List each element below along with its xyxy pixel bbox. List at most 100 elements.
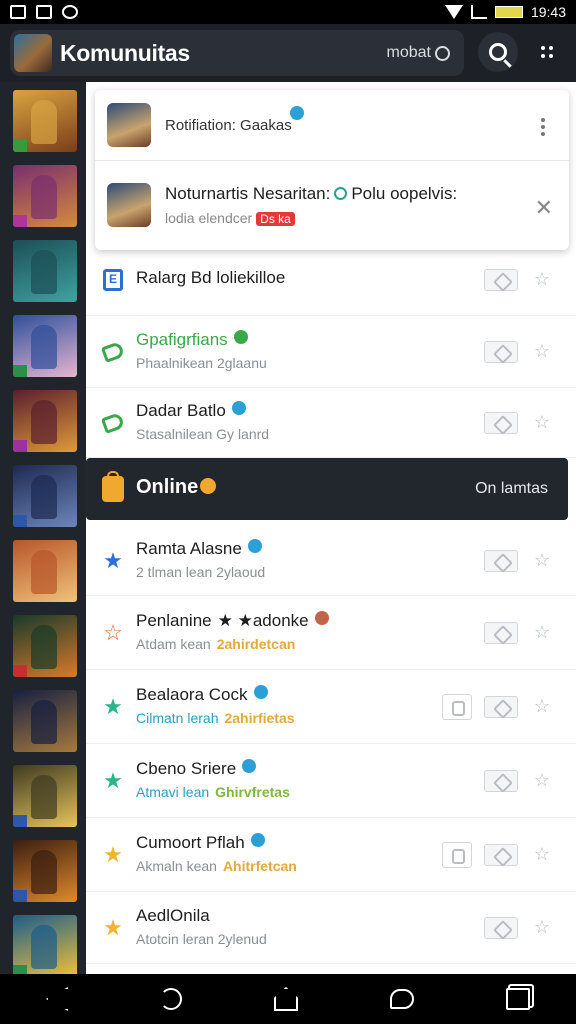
favorite-star-icon[interactable]: ☆ xyxy=(534,844,550,865)
favorite-star-icon[interactable]: ☆ xyxy=(534,696,550,717)
community-tag-icon xyxy=(13,440,27,452)
list-item[interactable]: ★ AedlOnila Atotcin leran 2ylenud ☆ xyxy=(86,892,576,964)
list-item-subtitle: Cilmatn lerah xyxy=(136,710,219,726)
list-item-text: Bealaora Cock Cilmatn lerah 2ahirfietas xyxy=(136,685,295,726)
online-status-label[interactable]: On lamtas xyxy=(475,480,548,498)
tag-button[interactable] xyxy=(484,341,518,363)
online-banner[interactable]: Online On lamtas xyxy=(86,458,568,520)
mode-label: mobat xyxy=(386,44,431,61)
tag-button[interactable] xyxy=(484,269,518,291)
notification-menu-icon[interactable] xyxy=(541,118,545,136)
character-figure xyxy=(31,325,57,369)
shield-button[interactable] xyxy=(442,694,472,720)
shield-button[interactable] xyxy=(442,842,472,868)
mode-toggle[interactable]: mobat xyxy=(387,44,450,62)
document-icon: E xyxy=(100,267,126,293)
notification-item[interactable]: Rotifiation: Gaakas xyxy=(95,90,569,160)
info-badge-icon xyxy=(314,611,329,625)
list-item-highlight: Ahitrfetcan xyxy=(222,858,297,874)
recents-icon[interactable] xyxy=(506,988,530,1010)
character-figure xyxy=(31,100,57,144)
info-badge-icon xyxy=(247,539,262,553)
list-item-subtitle: Akmaln kean xyxy=(136,858,217,874)
star-icon: ★ xyxy=(103,694,123,719)
signal-icon xyxy=(470,5,487,19)
list-item-title: Dadar Batlo xyxy=(136,401,226,420)
list-item-text: Cbeno Sriere Atmavi lean Ghirvfretas xyxy=(136,759,290,800)
list-item-highlight: 2ahirfietas xyxy=(224,710,295,726)
list-item[interactable]: ★ Cbeno Sriere Atmavi lean Ghirvfretas ☆ xyxy=(86,744,576,818)
community-thumbnail[interactable] xyxy=(13,90,77,152)
list-item[interactable]: ☆ Penlanine ★ ★adonke Atdam kean 2ahirdetcan… xyxy=(86,596,576,670)
list-item-text: Gpafigrfians Phaalnikean 2glaanu xyxy=(136,330,267,371)
tag-button[interactable] xyxy=(484,917,518,939)
list-item-title: AedlOnila xyxy=(136,906,210,925)
tag-button[interactable] xyxy=(484,412,518,434)
community-thumbnail[interactable] xyxy=(13,540,77,602)
community-tag-icon xyxy=(13,890,27,902)
system-nav-bar xyxy=(0,974,576,1024)
community-thumbnail[interactable] xyxy=(13,840,77,902)
tag-icon xyxy=(100,410,126,436)
list-item[interactable]: Gpafigrfians Phaalnikean 2glaanu ☆ xyxy=(86,316,576,388)
list-item-text: Penlanine ★ ★adonke Atdam kean 2ahirdetcan xyxy=(136,611,329,652)
more-menu-button[interactable] xyxy=(530,32,564,72)
tag-button[interactable] xyxy=(484,770,518,792)
community-thumbnail[interactable] xyxy=(13,315,77,377)
community-thumbnail[interactable] xyxy=(13,915,77,977)
tag-button[interactable] xyxy=(484,844,518,866)
favorite-star-icon[interactable]: ☆ xyxy=(534,341,550,362)
list-item-title: Gpafigrfians xyxy=(136,330,228,349)
community-thumbnail[interactable] xyxy=(13,165,77,227)
character-figure xyxy=(31,400,57,444)
character-figure xyxy=(31,250,57,294)
list-item[interactable]: ★ Cumoort Pflah Akmaln kean Ahitrfetcan ☆ xyxy=(86,818,576,892)
community-tag-icon xyxy=(13,515,27,527)
community-thumbnail[interactable] xyxy=(13,765,77,827)
app-logo xyxy=(14,34,52,72)
list-item-title: Ramta Alasne xyxy=(136,539,242,558)
favorite-star-icon[interactable]: ☆ xyxy=(534,269,550,290)
back-icon[interactable] xyxy=(46,987,68,1011)
favorite-star-icon[interactable]: ☆ xyxy=(534,622,550,643)
community-thumbnail[interactable] xyxy=(13,690,77,752)
close-icon[interactable]: ✕ xyxy=(535,195,553,221)
community-tag-icon xyxy=(13,215,27,227)
character-figure xyxy=(31,475,57,519)
clock-time: 19:43 xyxy=(530,4,566,20)
info-badge-icon xyxy=(200,478,216,494)
list-item-text: AedlOnila Atotcin leran 2ylenud xyxy=(136,906,267,947)
search-icon xyxy=(489,43,507,61)
community-thumbnail[interactable] xyxy=(13,615,77,677)
favorite-star-icon[interactable]: ☆ xyxy=(534,412,550,433)
favorite-star-icon[interactable]: ☆ xyxy=(534,550,550,571)
title-pill[interactable]: Komunuitas mobat xyxy=(10,30,464,76)
list-item[interactable]: ★ Bealaora Cock Cilmatn lerah 2ahirfietas ☆ xyxy=(86,670,576,744)
search-button[interactable] xyxy=(478,32,518,72)
favorite-star-icon[interactable]: ☆ xyxy=(534,770,550,791)
tag-button[interactable] xyxy=(484,622,518,644)
community-thumbnail[interactable] xyxy=(13,465,77,527)
rotate-icon[interactable] xyxy=(160,988,182,1010)
home-icon[interactable] xyxy=(274,987,298,1011)
list-item-subtitle: Atotcin leran 2ylenud xyxy=(136,931,267,947)
app-bar: Komunuitas mobat xyxy=(0,24,576,82)
notification-item[interactable]: Noturnartis Nesaritan: Polu oopelvis: lod… xyxy=(95,160,569,248)
tag-button[interactable] xyxy=(484,550,518,572)
info-badge-icon xyxy=(290,106,304,120)
character-figure xyxy=(31,850,57,894)
tag-button[interactable] xyxy=(484,696,518,718)
list-item-title-extra: ★ ★adonke xyxy=(217,611,309,630)
list-item-text: Dadar Batlo Stasalnilean Gy lanrd xyxy=(136,401,269,442)
favorite-star-icon[interactable]: ☆ xyxy=(534,917,550,938)
community-thumbnail[interactable] xyxy=(13,240,77,302)
chat-icon[interactable] xyxy=(390,989,414,1009)
list-item-text: Cumoort Pflah Akmaln kean Ahitrfetcan xyxy=(136,833,297,874)
list-item[interactable]: ★ Ramta Alasne 2 tlman lean 2ylaoud ☆ xyxy=(86,526,576,596)
list-item-title: Cbeno Sriere xyxy=(136,759,237,778)
community-tag-icon xyxy=(13,365,27,377)
star-icon: ★ xyxy=(103,915,123,940)
list-item[interactable]: E Ralarg Bd loliekilloe ☆ xyxy=(86,244,576,316)
community-thumbnail[interactable] xyxy=(13,390,77,452)
list-item[interactable]: Dadar Batlo Stasalnilean Gy lanrd ☆ xyxy=(86,388,576,458)
